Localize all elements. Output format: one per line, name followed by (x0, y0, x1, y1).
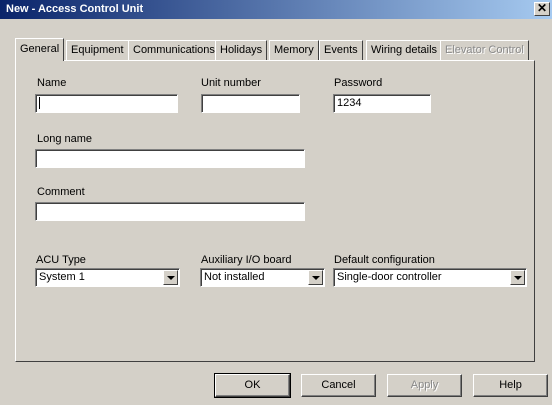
password-label: Password (334, 77, 383, 89)
cancel-button[interactable]: Cancel (301, 374, 376, 397)
tab-communications[interactable]: Communications (128, 40, 220, 60)
tab-strip: General Equipment Communications Holiday… (15, 38, 535, 61)
close-button[interactable]: ✕ (534, 2, 550, 16)
password-field[interactable]: 1234 (333, 94, 431, 113)
text-caret (39, 97, 40, 110)
unit-number-field[interactable] (201, 94, 300, 113)
tab-general[interactable]: General (15, 38, 65, 61)
help-button[interactable]: Help (473, 374, 548, 397)
tab-wiring-details[interactable]: Wiring details (366, 40, 443, 60)
unit-number-label: Unit number (201, 77, 261, 89)
aux-board-select[interactable]: Not installed (200, 268, 325, 287)
apply-button[interactable]: Apply (387, 374, 462, 397)
tab-memory[interactable]: Memory (269, 40, 319, 60)
long-name-field[interactable] (35, 149, 305, 168)
name-field[interactable] (35, 94, 178, 113)
comment-field[interactable] (35, 202, 305, 221)
aux-board-label: Auxiliary I/O board (201, 254, 292, 266)
tab-elevator-control[interactable]: Elevator Control (440, 40, 529, 60)
chevron-down-icon[interactable] (510, 270, 525, 285)
default-config-label: Default configuration (334, 254, 435, 266)
chevron-down-icon[interactable] (163, 270, 178, 285)
comment-label: Comment (37, 186, 85, 198)
tab-holidays[interactable]: Holidays (215, 40, 268, 60)
title-bar[interactable]: New - Access Control Unit ✕ (0, 0, 552, 19)
ok-button[interactable]: OK (214, 373, 291, 398)
window-title: New - Access Control Unit (6, 3, 144, 15)
default-config-select[interactable]: Single-door controller (333, 268, 527, 287)
acu-type-label: ACU Type (36, 254, 86, 266)
tab-equipment[interactable]: Equipment (66, 40, 129, 60)
acu-type-select[interactable]: System 1 (35, 268, 180, 287)
name-label: Name (37, 77, 67, 89)
long-name-label: Long name (37, 133, 93, 145)
chevron-down-icon[interactable] (308, 270, 323, 285)
tab-events[interactable]: Events (319, 40, 363, 60)
close-icon: ✕ (536, 1, 548, 15)
